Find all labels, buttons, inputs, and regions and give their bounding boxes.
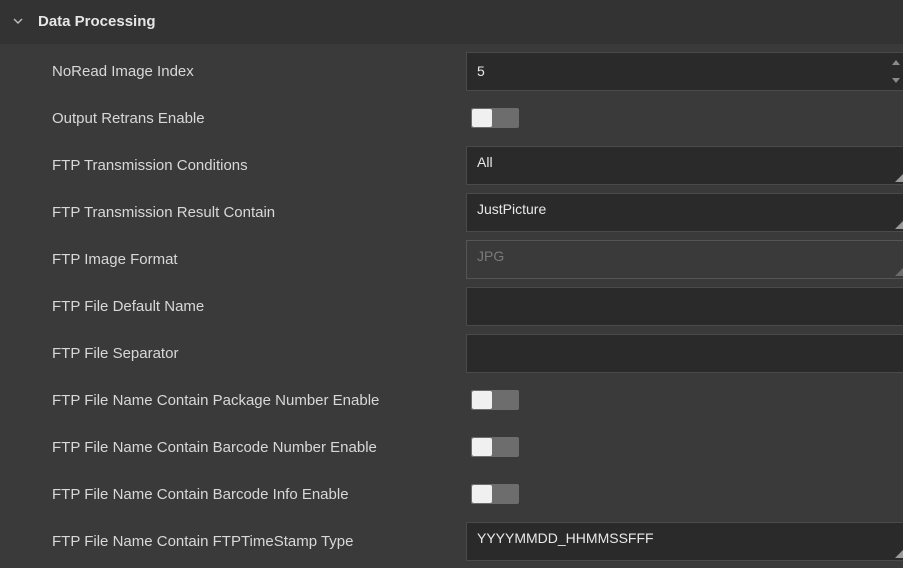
ftp-transmission-result-contain-value: JustPicture bbox=[477, 201, 547, 217]
row-ftp-transmission-result-contain: FTP Transmission Result Contain JustPict… bbox=[0, 189, 903, 236]
ftp-file-default-name-label: FTP File Default Name bbox=[52, 298, 205, 315]
row-output-retrans-enable: Output Retrans Enable bbox=[0, 95, 903, 142]
dropdown-corner-icon bbox=[895, 221, 903, 229]
ftp-timestamp-type-label: FTP File Name Contain FTPTimeStamp Type bbox=[52, 533, 354, 550]
ftp-transmission-conditions-value: All bbox=[477, 154, 493, 170]
barcode-number-enable-toggle[interactable] bbox=[471, 437, 519, 457]
ftp-transmission-result-contain-dropdown[interactable]: JustPicture bbox=[466, 193, 903, 232]
row-noread-image-index: NoRead Image Index 5 bbox=[0, 48, 903, 95]
ftp-file-separator-label: FTP File Separator bbox=[52, 345, 179, 362]
ftp-transmission-conditions-dropdown[interactable]: All bbox=[466, 146, 903, 185]
output-retrans-enable-toggle[interactable] bbox=[471, 108, 519, 128]
row-package-number-enable: FTP File Name Contain Package Number Ena… bbox=[0, 377, 903, 424]
ftp-image-format-dropdown: JPG bbox=[466, 240, 903, 279]
row-ftp-timestamp-type: FTP File Name Contain FTPTimeStamp Type … bbox=[0, 518, 903, 565]
ftp-image-format-value: JPG bbox=[477, 248, 505, 264]
spin-up-arrow-icon[interactable] bbox=[891, 58, 901, 66]
row-ftp-file-separator: FTP File Separator bbox=[0, 330, 903, 377]
row-ftp-file-default-name: FTP File Default Name bbox=[0, 283, 903, 330]
dropdown-corner-icon bbox=[895, 268, 903, 276]
spin-down-arrow-icon[interactable] bbox=[891, 77, 901, 85]
dropdown-corner-icon bbox=[895, 174, 903, 182]
row-ftp-image-format: FTP Image Format JPG bbox=[0, 236, 903, 283]
ftp-image-format-label: FTP Image Format bbox=[52, 251, 178, 268]
toggle-knob bbox=[472, 109, 492, 127]
noread-image-index-value[interactable]: 5 bbox=[477, 53, 485, 90]
section-title: Data Processing bbox=[38, 13, 156, 30]
chevron-down-icon[interactable] bbox=[12, 15, 24, 27]
properties-panel: Data Processing NoRead Image Index 5 Out… bbox=[0, 0, 903, 568]
noread-image-index-label: NoRead Image Index bbox=[52, 63, 194, 80]
noread-image-index-spinbox[interactable]: 5 bbox=[466, 52, 903, 91]
package-number-enable-toggle[interactable] bbox=[471, 390, 519, 410]
barcode-info-enable-toggle[interactable] bbox=[471, 484, 519, 504]
package-number-enable-label: FTP File Name Contain Package Number Ena… bbox=[52, 392, 380, 409]
ftp-file-default-name-input[interactable] bbox=[466, 287, 903, 326]
toggle-knob bbox=[472, 391, 492, 409]
row-barcode-number-enable: FTP File Name Contain Barcode Number Ena… bbox=[0, 424, 903, 471]
row-ftp-transmission-conditions: FTP Transmission Conditions All bbox=[0, 142, 903, 189]
barcode-number-enable-label: FTP File Name Contain Barcode Number Ena… bbox=[52, 439, 377, 456]
row-barcode-info-enable: FTP File Name Contain Barcode Info Enabl… bbox=[0, 471, 903, 518]
toggle-knob bbox=[472, 485, 492, 503]
barcode-info-enable-label: FTP File Name Contain Barcode Info Enabl… bbox=[52, 486, 349, 503]
dropdown-corner-icon bbox=[895, 550, 903, 558]
toggle-knob bbox=[472, 438, 492, 456]
ftp-file-separator-input[interactable] bbox=[466, 334, 903, 373]
ftp-timestamp-type-dropdown[interactable]: YYYYMMDD_HHMMSSFFF bbox=[466, 522, 903, 561]
ftp-transmission-result-contain-label: FTP Transmission Result Contain bbox=[52, 204, 276, 221]
section-header-data-processing[interactable]: Data Processing bbox=[0, 0, 903, 44]
ftp-transmission-conditions-label: FTP Transmission Conditions bbox=[52, 157, 248, 174]
output-retrans-enable-label: Output Retrans Enable bbox=[52, 110, 205, 127]
ftp-timestamp-type-value: YYYYMMDD_HHMMSSFFF bbox=[477, 530, 654, 546]
